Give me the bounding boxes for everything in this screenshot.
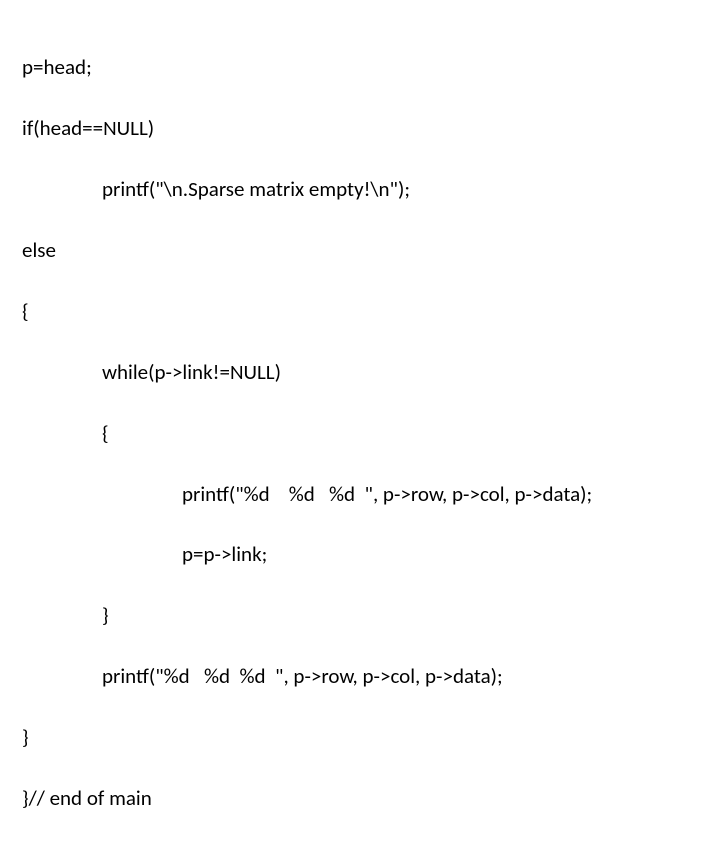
- code-line: p=head;: [22, 52, 720, 82]
- code-line: {: [22, 418, 720, 448]
- code-line: }: [22, 722, 720, 752]
- code-line: p=p->link;: [22, 539, 720, 569]
- code-line: {: [22, 296, 720, 326]
- code-line: }: [22, 600, 720, 630]
- code-line: printf("%d %d %d ", p->row, p->col, p->d…: [22, 661, 720, 691]
- code-line: printf("%d %d %d ", p->row, p->col, p->d…: [22, 479, 720, 509]
- code-block: p=head; if(head==NULL) printf("\n.Sparse…: [0, 0, 720, 844]
- code-line: while(p->link!=NULL): [22, 357, 720, 387]
- code-line: if(head==NULL): [22, 113, 720, 143]
- code-line: else: [22, 235, 720, 265]
- code-line: }// end of main: [22, 783, 720, 813]
- code-line: printf("\n.Sparse matrix empty!\n");: [22, 174, 720, 204]
